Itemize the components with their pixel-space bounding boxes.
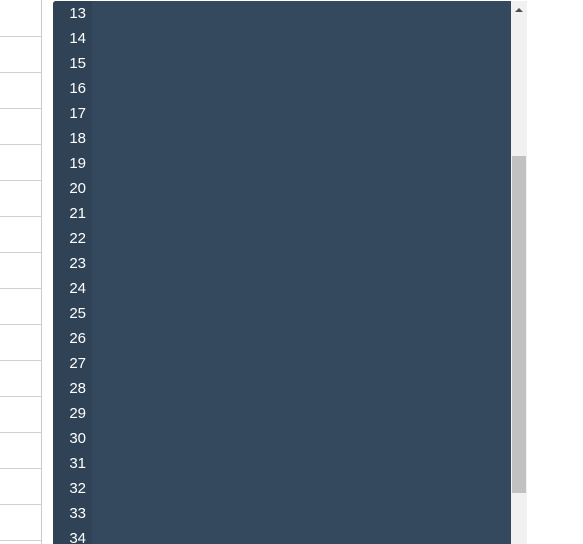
line-number: 34 [69,530,86,544]
line-number: 15 [69,55,86,72]
grid-line [0,108,42,109]
code-editor[interactable]: 13 14 15 16 17 18 19 20 21 22 23 24 25 2… [53,1,511,544]
line-number: 13 [69,5,86,22]
grid-line [0,324,42,325]
line-number-gutter: 13 14 15 16 17 18 19 20 21 22 23 24 25 2… [53,1,92,544]
spreadsheet-column-edge [0,0,42,544]
line-number: 19 [69,155,86,172]
grid-line [0,288,42,289]
grid-line [0,72,42,73]
page: 13 14 15 16 17 18 19 20 21 22 23 24 25 2… [0,0,583,544]
grid-line [0,180,42,181]
grid-line [0,504,42,505]
line-number: 29 [69,405,86,422]
scrollbar-thumb[interactable] [512,156,526,493]
scroll-up-button[interactable] [511,1,527,18]
line-number: 23 [69,255,86,272]
grid-line [0,216,42,217]
line-number: 26 [69,330,86,347]
line-number: 30 [69,430,86,447]
scroll-up-arrow-icon [515,7,523,12]
line-number: 31 [69,455,86,472]
grid-line [0,540,42,541]
line-number: 20 [69,180,86,197]
line-number: 27 [69,355,86,372]
grid-line [0,360,42,361]
grid-line [0,252,42,253]
line-number: 32 [69,480,86,497]
vertical-scrollbar[interactable] [511,1,527,544]
line-number: 25 [69,305,86,322]
line-number: 21 [69,205,86,222]
code-text-area[interactable] [92,1,511,544]
line-number: 28 [69,380,86,397]
grid-line [0,36,42,37]
line-number: 22 [69,230,86,247]
line-number: 18 [69,130,86,147]
line-number: 14 [69,30,86,47]
grid-line [0,144,42,145]
line-number: 33 [69,505,86,522]
grid-line [0,468,42,469]
line-number: 17 [69,105,86,122]
line-number: 16 [69,80,86,97]
grid-line [0,396,42,397]
grid-line [0,432,42,433]
line-number: 24 [69,280,86,297]
